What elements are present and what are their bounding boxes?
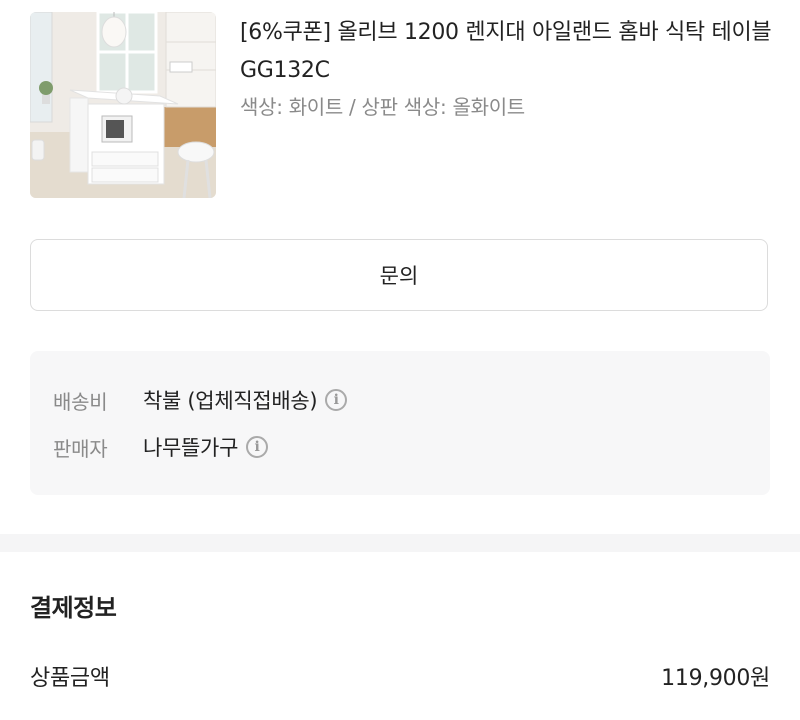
- shipping-fee-value: 착불 (업체직접배송): [143, 389, 318, 413]
- seller-row: 판매자 나무뜰가구 i: [53, 432, 269, 462]
- seller-label: 판매자: [53, 436, 108, 461]
- product-image[interactable]: [30, 12, 216, 198]
- info-icon[interactable]: i: [246, 436, 269, 458]
- product-price-row: 상품금액 119,900원: [30, 660, 770, 692]
- product-price-label: 상품금액: [30, 666, 110, 691]
- inquiry-button[interactable]: 문의: [30, 239, 768, 311]
- seller-value: 나무뜰가구: [143, 436, 239, 460]
- shipping-fee-row: 배송비 착불 (업체직접배송) i: [53, 385, 348, 415]
- section-divider: [0, 534, 800, 552]
- payment-info-title: 결제정보: [30, 594, 117, 622]
- shipping-fee-label: 배송비: [53, 389, 108, 414]
- product-option: 색상: 화이트 / 상판 색상: 올화이트: [240, 95, 525, 119]
- product-summary: [6%쿠폰] 올리브 1200 렌지대 아일랜드 홈바 식탁 테이블 GG132…: [0, 0, 800, 230]
- product-title[interactable]: [6%쿠폰] 올리브 1200 렌지대 아일랜드 홈바 식탁 테이블 GG132…: [240, 14, 780, 90]
- product-price-value: 119,900원: [661, 666, 770, 691]
- info-icon[interactable]: i: [325, 389, 348, 411]
- delivery-info-box: 배송비 착불 (업체직접배송) i 판매자 나무뜰가구 i: [30, 351, 770, 495]
